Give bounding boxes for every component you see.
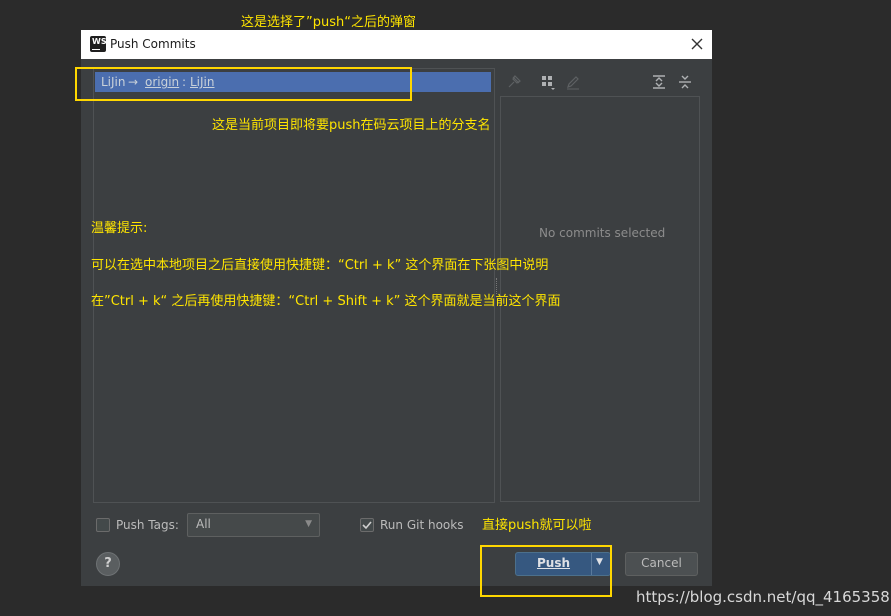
group-by-icon[interactable]: [540, 74, 556, 90]
edit-icon[interactable]: [565, 74, 581, 90]
tip-line-1: 可以在选中本地项目之后直接使用快捷键：“Ctrl + k” 这个界面在下张图中说…: [91, 258, 549, 273]
push-tags-checkbox[interactable]: [96, 518, 110, 532]
checkmark-icon: [362, 521, 372, 530]
chevron-down-icon: ▼: [305, 519, 312, 529]
dialog-titlebar: WS Push Commits: [81, 30, 712, 59]
top-annotation: 这是选择了”push“之后的弹窗: [241, 15, 416, 30]
help-button[interactable]: ?: [96, 552, 120, 576]
dialog-title: Push Commits: [110, 37, 196, 51]
collapse-all-icon[interactable]: [677, 74, 693, 90]
cancel-button[interactable]: Cancel: [625, 552, 698, 576]
tip-line-2: 在”Ctrl + k“ 之后再使用快捷键：“Ctrl + Shift + k” …: [91, 294, 561, 309]
push-tags-label: Push Tags:: [116, 518, 179, 532]
run-git-hooks-checkbox[interactable]: [360, 518, 374, 532]
webstorm-logo-icon: WS: [90, 36, 107, 52]
run-git-hooks-label: Run Git hooks: [380, 518, 464, 532]
push-annotation: 直接push就可以啦: [482, 518, 592, 533]
commits-tree-panel[interactable]: LiJin → origin : LiJin: [93, 68, 495, 503]
push-tags-value: All: [196, 517, 211, 531]
tip-title: 温馨提示:: [91, 221, 148, 236]
push-tags-select[interactable]: All ▼: [187, 513, 320, 537]
watermark: https://blog.csdn.net/qq_41653587: [636, 588, 891, 606]
close-icon[interactable]: [687, 34, 707, 54]
push-highlight-box: [480, 545, 612, 597]
branch-highlight-box: [75, 67, 412, 101]
expand-all-icon[interactable]: [651, 74, 667, 90]
logo-text: WS: [92, 37, 107, 46]
no-commits-placeholder: No commits selected: [539, 226, 666, 240]
branch-annotation: 这是当前项目即将要push在码云项目上的分支名: [212, 118, 491, 133]
cancel-button-label: Cancel: [641, 556, 682, 570]
pin-icon[interactable]: [506, 74, 522, 90]
